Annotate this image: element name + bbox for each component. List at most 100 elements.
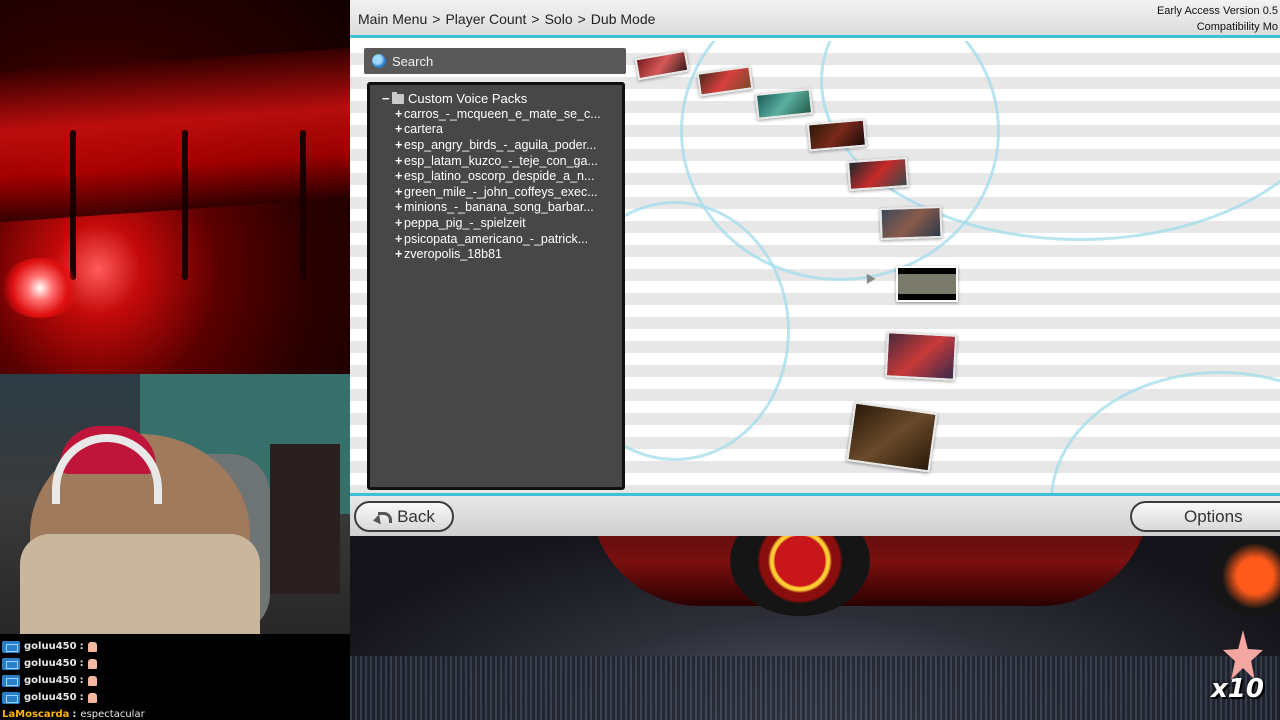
breadcrumb-dub-mode: Dub Mode: [590, 11, 656, 27]
chat-text: espectacular: [80, 709, 145, 720]
hand-emote-icon: [87, 658, 97, 669]
red-car-surface: [0, 47, 350, 223]
patrick-sticker: x10: [1205, 630, 1269, 710]
chat-separator: :: [79, 692, 84, 703]
chat-separator: :: [79, 675, 84, 686]
tree-item-label: peppa_pig_-_spielzeit: [404, 215, 526, 230]
breadcrumb-separator: >: [531, 11, 540, 27]
decor-rib: [300, 130, 306, 280]
search-box[interactable]: [364, 48, 626, 74]
collapse-icon[interactable]: −: [382, 91, 392, 106]
tree-item-label: psicopata_americano_-_patrick...: [404, 231, 589, 246]
search-icon: [372, 54, 386, 68]
tree-item-label: green_mile_-_john_coffeys_exec...: [404, 184, 598, 199]
expand-icon[interactable]: +: [395, 122, 404, 136]
breadcrumb-main-menu[interactable]: Main Menu: [358, 11, 427, 27]
chat-badge-icon: [2, 640, 20, 653]
hand-emote-icon: [87, 641, 97, 652]
tree-item-label: zveropolis_18b81: [404, 247, 502, 262]
background-shelf: [270, 444, 340, 594]
expand-icon[interactable]: +: [395, 169, 404, 183]
chat-message: goluu450 :: [0, 638, 350, 655]
expand-icon[interactable]: +: [395, 247, 404, 261]
video-thumbnail[interactable]: [846, 401, 938, 473]
chat-username: goluu450: [24, 641, 77, 652]
asphalt-ground: [350, 656, 1280, 720]
compatibility-label: Compatibility Mo: [1196, 21, 1278, 33]
expand-icon[interactable]: +: [395, 200, 404, 214]
chat-separator: :: [72, 709, 77, 720]
video-thumbnail[interactable]: [884, 331, 958, 381]
expand-icon[interactable]: +: [395, 138, 404, 152]
chat-message: goluu450 :: [0, 689, 350, 706]
version-label: Early Access Version 0.5: [1156, 5, 1278, 17]
tree-item[interactable]: + carros_-_mcqueen_e_mate_se_c...: [382, 106, 622, 122]
decor-rib: [70, 130, 76, 280]
decor-ring: [1050, 371, 1280, 493]
screen: goluu450 : goluu450 : goluu450 : goluu45…: [0, 0, 1280, 720]
tree-root-custom-voice-packs[interactable]: − Custom Voice Packs: [382, 91, 622, 106]
tree-item-label: esp_angry_birds_-_aguila_poder...: [404, 137, 597, 152]
video-thumbnail[interactable]: [879, 205, 943, 241]
expand-icon[interactable]: +: [395, 185, 404, 199]
webcam-feed-top: [0, 0, 350, 374]
streamer-shirt: [20, 534, 260, 634]
folder-icon: [392, 91, 404, 104]
star-icon: [1223, 630, 1263, 680]
back-label: Back: [397, 506, 435, 526]
video-thumbnail[interactable]: [847, 156, 909, 192]
tree-item[interactable]: + peppa_pig_-_spielzeit: [382, 215, 622, 231]
breadcrumb-separator: >: [432, 11, 441, 27]
expand-icon[interactable]: +: [395, 154, 404, 168]
top-bar: Main Menu > Player Count > Solo > Dub Mode Ear…: [350, 0, 1280, 38]
tree-item[interactable]: + cartera: [382, 122, 622, 138]
video-thumbnail[interactable]: [806, 118, 868, 152]
game-window: Main Menu > Player Count > Solo > Dub Mode Ear…: [350, 0, 1280, 536]
tree-item[interactable]: + green_mile_-_john_coffeys_exec...: [382, 184, 622, 200]
tree-item-label: esp_latino_oscorp_despide_a_n...: [404, 169, 595, 184]
tree-item[interactable]: + minions_-_banana_song_barbar...: [382, 200, 622, 216]
breadcrumb-player-count[interactable]: Player Count: [445, 11, 526, 27]
version-info: Early Access Version 0.5 Compatibility M…: [1157, 3, 1278, 35]
tree-item[interactable]: + esp_latino_oscorp_despide_a_n...: [382, 168, 622, 184]
background-video: [350, 536, 1280, 720]
multiplier-label: x10: [1211, 674, 1264, 704]
options-label: Options: [1184, 506, 1243, 526]
content-stage: − Custom Voice Packs +carros_-_mcqueen_e…: [350, 41, 1280, 493]
tree-item-label: carros_-_mcqueen_e_mate_se_c...: [404, 106, 601, 121]
breadcrumb-solo[interactable]: Solo: [545, 11, 573, 27]
tree-item[interactable]: + zveropolis_18b81: [382, 246, 622, 262]
hand-emote-icon: [87, 692, 97, 703]
chat-badge-icon: [2, 691, 20, 704]
decor-rib: [182, 130, 188, 280]
expand-icon[interactable]: +: [395, 232, 404, 246]
chat-separator: :: [79, 641, 84, 652]
bottom-bar: Back Options: [350, 493, 1280, 536]
video-thumbnail-selected[interactable]: [896, 266, 958, 302]
tree-item-label: cartera: [404, 122, 443, 137]
headlight: [0, 258, 80, 318]
chat-message: goluu450 :: [0, 655, 350, 672]
chat-badge-icon: [2, 657, 20, 670]
tire-icon: [1210, 536, 1280, 616]
chat-username: goluu450: [24, 658, 77, 669]
options-button[interactable]: Options: [1130, 501, 1280, 532]
chat-badge-icon: [2, 674, 20, 687]
breadcrumb-separator: >: [577, 11, 586, 27]
tree-item[interactable]: + esp_angry_birds_-_aguila_poder...: [382, 137, 622, 153]
back-arrow-icon: [373, 510, 393, 524]
search-input[interactable]: [392, 53, 612, 69]
tree-item-label: esp_latam_kuzco_-_teje_con_ga...: [404, 153, 598, 168]
expand-icon[interactable]: +: [395, 107, 404, 121]
tree-item[interactable]: + psicopata_americano_-_patrick...: [382, 231, 622, 247]
tree-item[interactable]: + esp_latam_kuzco_-_teje_con_ga...: [382, 153, 622, 169]
chat-username: goluu450: [24, 692, 77, 703]
voice-pack-tree: − Custom Voice Packs + carros_-_mcqueen_e…: [367, 82, 625, 490]
expand-icon[interactable]: +: [395, 216, 404, 230]
car-body: [590, 536, 1150, 606]
video-thumbnail[interactable]: [634, 49, 690, 81]
back-button[interactable]: Back: [354, 501, 454, 532]
hand-emote-icon: [87, 675, 97, 686]
webcam-feed-streamer: [0, 374, 350, 634]
chat-username: goluu450: [24, 675, 77, 686]
